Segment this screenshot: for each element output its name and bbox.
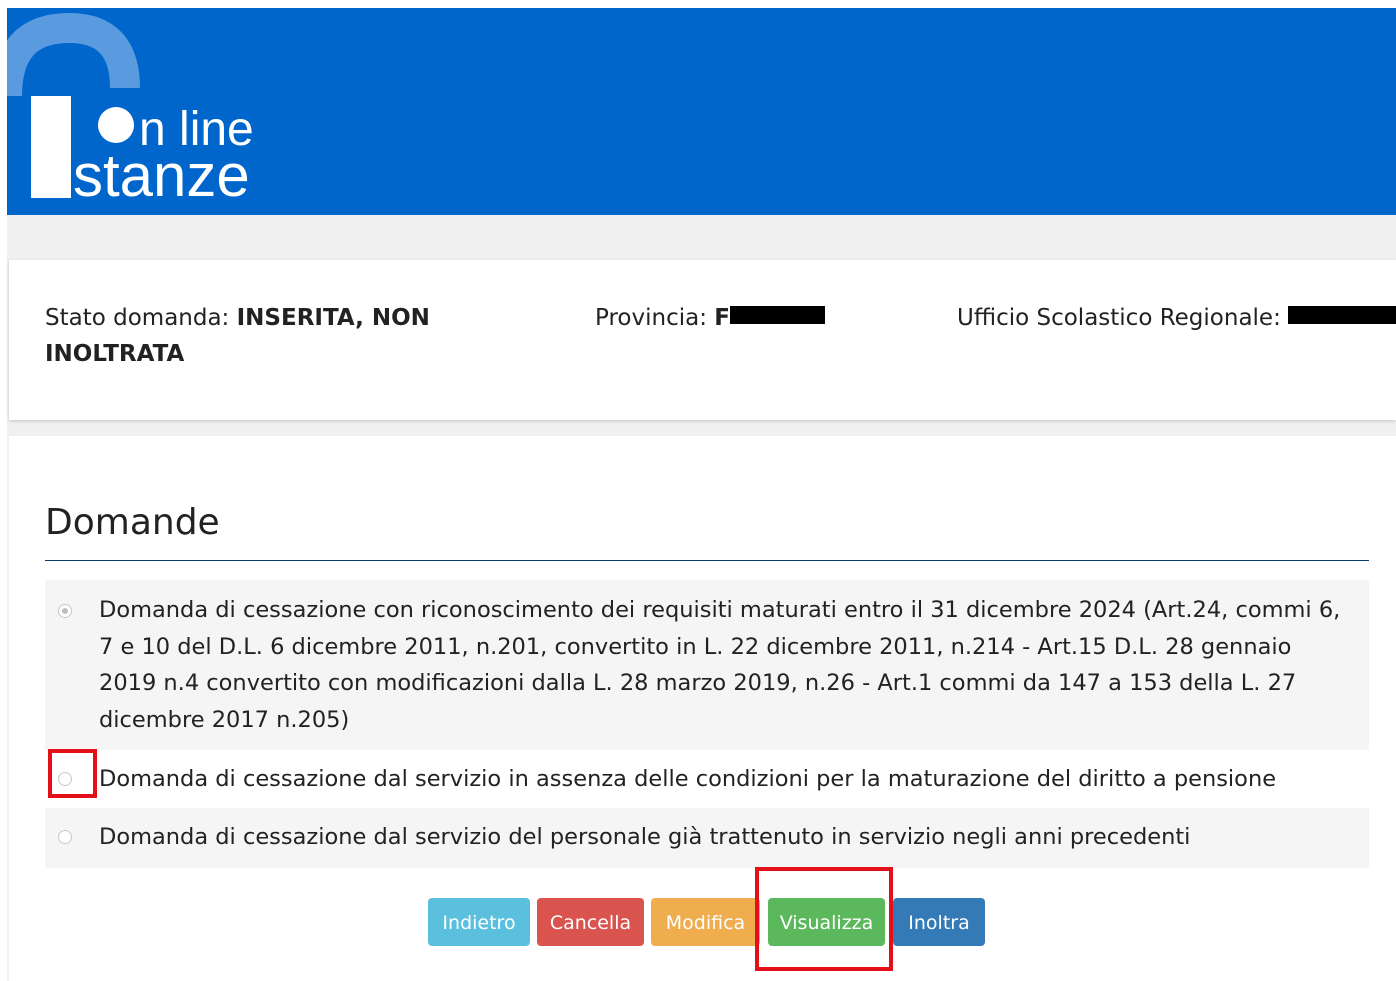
highlight-box-option-2 bbox=[48, 749, 97, 798]
stato-label: Stato domanda: bbox=[45, 305, 237, 331]
provincia: Provincia: F bbox=[595, 300, 895, 336]
highlight-box-visualizza bbox=[755, 867, 893, 971]
status-card: Stato domanda: INSERITA, NON INOLTRATA P… bbox=[9, 260, 1396, 420]
istanze-online-logo[interactable]: n line stanze bbox=[7, 8, 307, 215]
option-2[interactable]: Domanda di cessazione dal servizio in as… bbox=[45, 750, 1369, 808]
stato-value-line2: INOLTRATA bbox=[45, 341, 185, 367]
title-divider bbox=[45, 560, 1369, 561]
page: n line stanze Stato domanda: INSERITA, N… bbox=[0, 0, 1396, 981]
option-2-label: Domanda di cessazione dal servizio in as… bbox=[99, 766, 1277, 792]
option-1-label: Domanda di cessazione con riconoscimento… bbox=[99, 597, 1341, 733]
option-3-radio[interactable] bbox=[58, 830, 72, 844]
usr-label: Ufficio Scolastico Regionale: bbox=[957, 305, 1289, 331]
indietro-button[interactable]: Indietro bbox=[428, 898, 530, 946]
option-1-radio[interactable] bbox=[58, 604, 72, 618]
option-3[interactable]: Domanda di cessazione dal servizio del p… bbox=[45, 808, 1369, 868]
provincia-label: Provincia: bbox=[595, 305, 715, 331]
logo-text-istanze: stanze bbox=[73, 142, 250, 209]
stato-domanda: Stato domanda: INSERITA, NON INOLTRATA bbox=[45, 300, 465, 372]
header-banner: n line stanze bbox=[7, 8, 1396, 215]
inoltra-button[interactable]: Inoltra bbox=[893, 898, 985, 946]
domande-card: Domande Domanda di cessazione con ricono… bbox=[9, 436, 1396, 981]
usr-redaction bbox=[1288, 306, 1396, 324]
stato-value-line1: INSERITA, NON bbox=[236, 305, 430, 331]
provincia-value: F bbox=[714, 305, 730, 331]
option-3-label: Domanda di cessazione dal servizio del p… bbox=[99, 824, 1191, 850]
ufficio-scolastico-regionale: Ufficio Scolastico Regionale: bbox=[957, 300, 1396, 336]
modifica-button[interactable]: Modifica bbox=[651, 898, 760, 946]
page-title: Domande bbox=[45, 502, 220, 543]
option-1[interactable]: Domanda di cessazione con riconoscimento… bbox=[45, 580, 1369, 750]
cancella-button[interactable]: Cancella bbox=[537, 898, 644, 946]
provincia-redaction bbox=[729, 306, 825, 324]
